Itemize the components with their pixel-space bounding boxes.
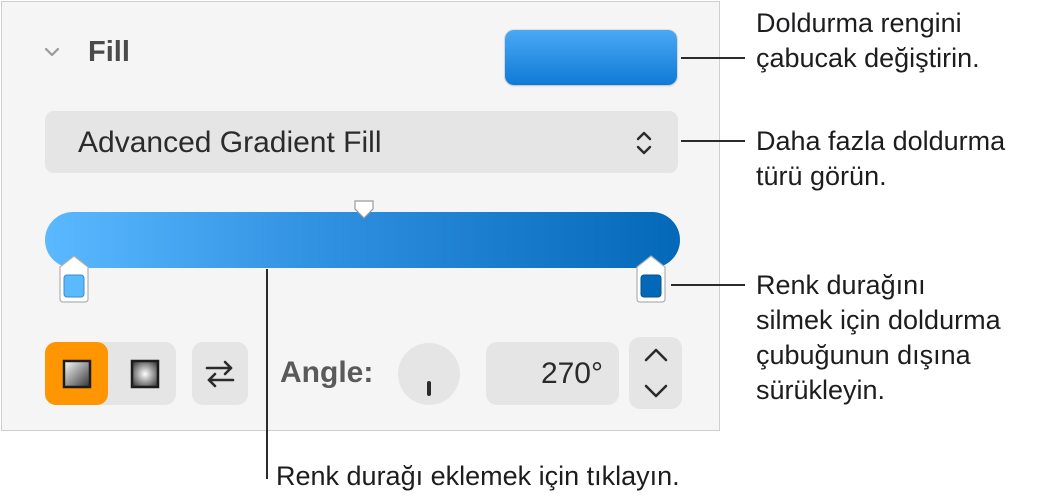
callout-color-stop: Renk durağını silmek için doldurma çubuğ… [756, 270, 1001, 405]
fill-type-popup[interactable]: Advanced Gradient Fill [45, 111, 678, 173]
angle-input[interactable]: 270° [486, 342, 619, 405]
color-stop-start[interactable] [57, 254, 91, 304]
color-stop-end[interactable] [634, 254, 668, 304]
radial-gradient-button[interactable] [113, 342, 176, 405]
fill-type-label: Advanced Gradient Fill [78, 126, 382, 159]
callout-color-well: Doldurma rengini çabucak değiştirin. [756, 8, 980, 73]
up-down-chevron-icon [636, 131, 652, 155]
callout-line-fill-type [681, 140, 745, 142]
angle-stepper [629, 337, 682, 409]
angle-knob-indicator [427, 381, 431, 396]
gradient-midpoint-handle[interactable] [352, 199, 376, 221]
callout-line-color-stop [671, 284, 745, 286]
angle-label: Angle: [280, 356, 374, 389]
gradient-type-segmented-control [45, 342, 176, 405]
swap-colors-button[interactable] [192, 342, 248, 405]
radial-gradient-icon [130, 359, 159, 388]
angle-knob[interactable] [398, 343, 460, 405]
callout-add-stop: Renk durağı eklemek için tıklayın. [276, 461, 680, 491]
chevron-up-icon [644, 348, 667, 362]
fill-color-well[interactable] [505, 30, 677, 85]
fill-section-title: Fill [88, 36, 130, 68]
swap-arrows-icon [205, 360, 235, 387]
chevron-down-icon [644, 384, 667, 398]
angle-increment-button[interactable] [629, 337, 682, 373]
angle-decrement-button[interactable] [629, 373, 682, 409]
angle-value: 270° [540, 357, 603, 390]
callout-line-color-well [681, 57, 745, 59]
callout-line-add-stop [266, 269, 268, 479]
chevron-down-icon[interactable] [44, 46, 60, 58]
linear-gradient-button[interactable] [45, 342, 108, 405]
callout-fill-type: Daha fazla doldurma türü görün. [756, 126, 1006, 191]
linear-gradient-icon [62, 359, 91, 388]
